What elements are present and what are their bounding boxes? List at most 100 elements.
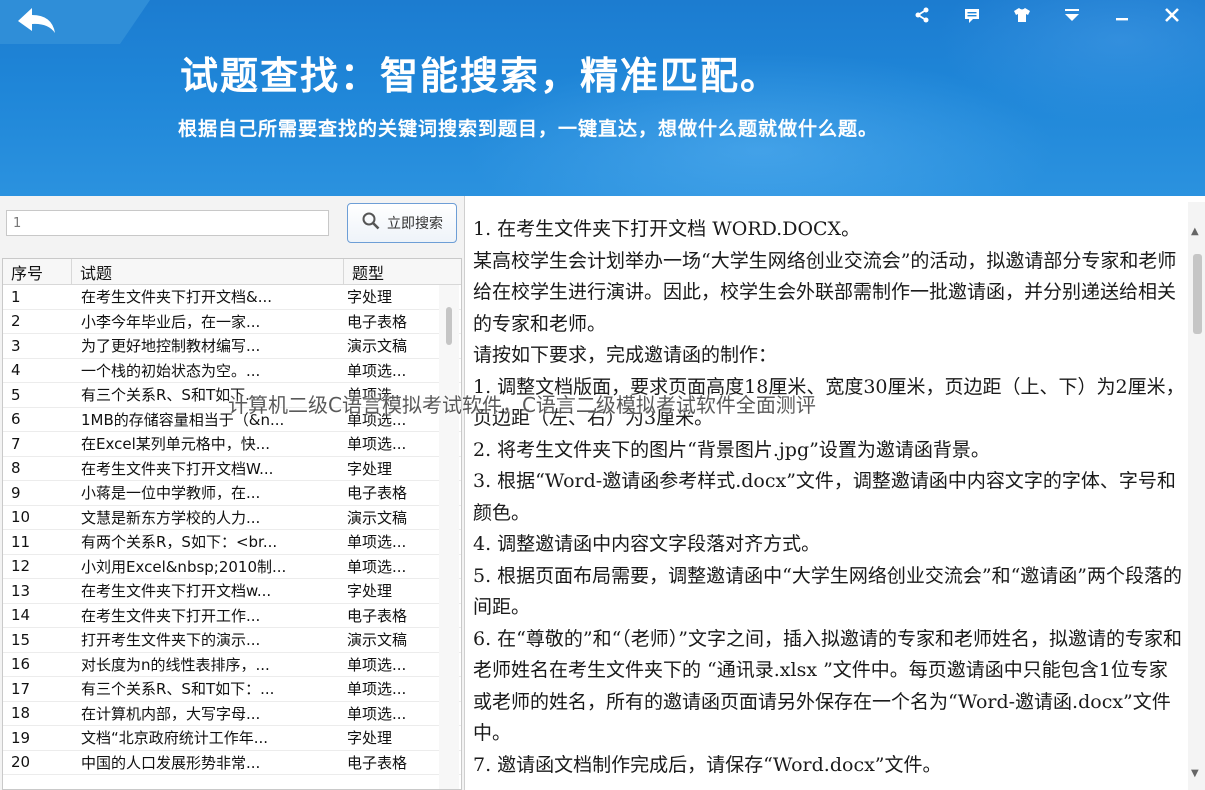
question-content: 1. 在考生文件夹下打开文档 WORD.DOCX。某高校学生会计划举办一场“大学… xyxy=(473,214,1185,781)
table-scroll-thumb[interactable] xyxy=(446,307,452,345)
row-title: 文档“北京政府统计工作年... xyxy=(81,729,269,748)
row-title: 文慧是新东方学校的人力... xyxy=(81,508,261,527)
page-title: 试题查找：智能搜索，精准匹配。 xyxy=(180,53,781,98)
row-type: 字处理 xyxy=(347,288,393,307)
row-number: 14 xyxy=(11,606,31,625)
row-type: 演示文稿 xyxy=(347,631,408,650)
row-title: 打开考生文件夹下的演示... xyxy=(81,631,261,650)
table-row[interactable]: 1 在考生文件夹下打开文档&... 字处理 xyxy=(3,285,461,310)
row-number: 19 xyxy=(11,728,31,747)
table-row[interactable]: 20 中国的人口发展形势非常... 电子表格 xyxy=(3,751,461,775)
table-row[interactable]: 7 在Excel某列单元格中，快... 单项选... xyxy=(3,432,461,457)
table-row[interactable]: 17 有三个关系R、S和T如下：... 单项选... xyxy=(3,677,461,702)
table-row[interactable]: 5 有三个关系R、S和T如下... 单项选... xyxy=(3,383,461,408)
share-button[interactable] xyxy=(897,4,947,30)
table-row[interactable]: 13 在考生文件夹下打开文档w... 字处理 xyxy=(3,579,461,604)
search-icon xyxy=(361,211,381,235)
row-type: 单项选... xyxy=(347,655,407,674)
table-row[interactable]: 14 在考生文件夹下打开工作... 电子表格 xyxy=(3,604,461,628)
question-paragraph: 6. 在“尊敬的”和“（老师）”文字之间，插入拟邀请的专家和老师姓名，拟邀请的专… xyxy=(473,627,1183,745)
question-paragraph: 4. 调整邀请函中内容文字段落对齐方式。 xyxy=(473,533,821,555)
row-number: 16 xyxy=(11,655,31,674)
row-title: 对长度为n的线性表排序，... xyxy=(81,655,270,674)
row-title: 有三个关系R、S和T如下：... xyxy=(81,680,275,699)
skin-button[interactable] xyxy=(997,4,1047,30)
table-row[interactable]: 10 文慧是新东方学校的人力... 演示文稿 xyxy=(3,506,461,530)
table-row[interactable]: 18 在计算机内部，大写字母... 单项选... xyxy=(3,702,461,726)
row-type: 单项选... xyxy=(347,410,407,429)
row-type: 电子表格 xyxy=(347,606,408,625)
row-type: 字处理 xyxy=(347,582,393,601)
column-header-title[interactable]: 试题 xyxy=(71,259,343,284)
scroll-down-arrow-icon[interactable]: ▼ xyxy=(1191,768,1199,779)
question-paragraph: 7. 邀请函文档制作完成后，请保存“Word.docx”文件。 xyxy=(473,753,942,776)
row-type: 字处理 xyxy=(347,729,393,748)
row-title: 在计算机内部，大写字母... xyxy=(81,704,261,723)
minimize-button[interactable] xyxy=(1097,4,1147,30)
row-type: 电子表格 xyxy=(347,753,408,772)
column-header-number[interactable]: 序号 xyxy=(3,259,71,284)
row-type: 单项选... xyxy=(347,704,407,723)
question-content-panel: 1. 在考生文件夹下打开文档 WORD.DOCX。某高校学生会计划举办一场“大学… xyxy=(464,196,1205,790)
row-number: 7 xyxy=(11,434,21,453)
menu-button[interactable] xyxy=(1047,4,1097,30)
question-paragraph: 请按如下要求，完成邀请函的制作： xyxy=(473,344,778,366)
row-number: 17 xyxy=(11,679,31,698)
table-header: 序号 试题 题型 xyxy=(3,259,461,285)
row-number: 9 xyxy=(11,483,21,502)
row-number: 5 xyxy=(11,385,21,404)
row-title: 在考生文件夹下打开文档&... xyxy=(81,288,273,307)
table-row[interactable]: 19 文档“北京政府统计工作年... 字处理 xyxy=(3,726,461,751)
message-button[interactable] xyxy=(947,4,997,30)
table-row[interactable]: 15 打开考生文件夹下的演示... 演示文稿 xyxy=(3,628,461,653)
row-type: 演示文稿 xyxy=(347,508,408,527)
table-row[interactable]: 4 一个栈的初始状态为空。... 单项选... xyxy=(3,359,461,383)
row-title: 有两个关系R，S如下：<br... xyxy=(81,533,278,552)
question-paragraph: 1. 调整文档版面，要求页面高度18厘米、宽度30厘米，页边距（上、下）为2厘米… xyxy=(473,375,1185,430)
window-controls xyxy=(897,4,1197,30)
table-scrollbar[interactable] xyxy=(439,285,459,789)
row-title: 1MB的存储容量相当于（&n... xyxy=(81,410,285,429)
page-subtitle: 根据自己所需要查找的关键词搜索到题目，一键直达，想做什么题就做什么题。 xyxy=(178,118,879,140)
search-button[interactable]: 立即搜索 xyxy=(347,203,457,243)
table-row[interactable]: 16 对长度为n的线性表排序，... 单项选... xyxy=(3,653,461,677)
scroll-up-arrow-icon[interactable]: ▲ xyxy=(1191,226,1199,237)
table-row[interactable]: 8 在考生文件夹下打开文档W... 字处理 xyxy=(3,457,461,481)
row-type: 字处理 xyxy=(347,459,393,478)
question-list-panel: 立即搜索 序号 试题 题型 1 在考生文件夹下打开文档&... 字处理 2 小李今年毕业… xyxy=(0,196,464,790)
close-button[interactable] xyxy=(1147,4,1197,30)
content-scroll-thumb[interactable] xyxy=(1193,254,1202,334)
table-row[interactable]: 2 小李今年毕业后，在一家... 电子表格 xyxy=(3,310,461,334)
table-row[interactable]: 12 小刘用Excel&nbsp;2010制... 单项选... xyxy=(3,555,461,579)
table-row[interactable]: 11 有两个关系R，S如下：<br... 单项选... xyxy=(3,530,461,555)
row-number: 20 xyxy=(11,753,31,772)
table-row[interactable]: 6 1MB的存储容量相当于（&n... 单项选... xyxy=(3,408,461,432)
row-number: 3 xyxy=(11,336,21,355)
row-number: 18 xyxy=(11,704,31,723)
row-type: 电子表格 xyxy=(347,312,408,331)
table-row[interactable]: 9 小蒋是一位中学教师，在... 电子表格 xyxy=(3,481,461,506)
question-table: 序号 试题 题型 1 在考生文件夹下打开文档&... 字处理 2 小李今年毕业后，在一家… xyxy=(2,258,462,790)
search-button-label: 立即搜索 xyxy=(387,216,443,232)
row-number: 6 xyxy=(11,410,21,429)
row-number: 10 xyxy=(11,508,31,527)
table-body: 1 在考生文件夹下打开文档&... 字处理 2 小李今年毕业后，在一家... 电子表格 3 为… xyxy=(3,285,461,775)
row-number: 4 xyxy=(11,361,21,380)
row-type: 单项选... xyxy=(347,533,407,552)
content-scrollbar[interactable]: ▲ ▼ xyxy=(1188,202,1205,790)
question-paragraph: 某高校学生会计划举办一场“大学生网络创业交流会”的活动，拟邀请部分专家和老师给在… xyxy=(473,249,1177,335)
row-type: 单项选... xyxy=(347,361,407,380)
row-type: 单项选... xyxy=(347,557,407,576)
row-title: 有三个关系R、S和T如下... xyxy=(81,386,260,405)
row-type: 单项选... xyxy=(347,386,407,405)
message-icon xyxy=(963,6,981,28)
column-header-type[interactable]: 题型 xyxy=(343,259,437,284)
row-number: 2 xyxy=(11,312,21,331)
question-paragraph: 1. 在考生文件夹下打开文档 WORD.DOCX。 xyxy=(473,218,861,240)
table-row[interactable]: 3 为了更好地控制教材编写... 演示文稿 xyxy=(3,334,461,359)
search-input[interactable] xyxy=(6,210,329,236)
row-title: 在考生文件夹下打开文档w... xyxy=(81,582,272,601)
row-number: 13 xyxy=(11,581,31,600)
row-type: 单项选... xyxy=(347,435,407,454)
close-icon xyxy=(1163,6,1181,28)
